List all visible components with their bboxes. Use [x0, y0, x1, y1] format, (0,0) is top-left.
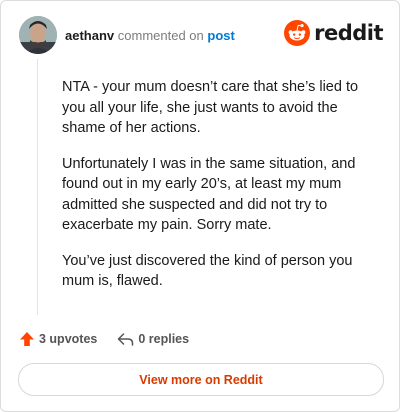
reddit-logo[interactable]: reddit — [284, 20, 383, 46]
arrow-up-icon — [20, 332, 34, 346]
snoo-icon — [284, 20, 311, 46]
avatar-image — [19, 16, 57, 54]
upvote-count: 3 upvotes — [39, 332, 98, 346]
post-link[interactable]: post — [207, 28, 234, 43]
comment-header: aethanv commented on post — [19, 15, 235, 55]
comment-paragraph: NTA - your mum doesn’t care that she’s l… — [62, 79, 359, 136]
comment-paragraph: Unfortunately I was in the same situatio… — [62, 155, 356, 234]
comment-body: NTA - your mum doesn’t care that she’s l… — [62, 77, 380, 307]
replies-button[interactable]: 0 replies — [117, 332, 189, 347]
view-more-button[interactable]: View more on Reddit — [18, 363, 384, 396]
action-text: commented on — [117, 27, 204, 43]
comment-meta: aethanv commented on post — [65, 28, 235, 43]
upvote-button[interactable]: 3 upvotes — [19, 331, 97, 347]
reply-arrow-icon — [118, 332, 134, 346]
reddit-wordmark: reddit — [314, 21, 383, 45]
comment-paragraph: You’ve just discovered the kind of perso… — [62, 252, 353, 290]
thread-line — [37, 59, 38, 315]
embedded-comment-card: aethanv commented on post reddit NTA - y… — [0, 0, 400, 412]
comment-footer: 3 upvotes 0 replies — [19, 331, 189, 347]
reply-count: 0 replies — [138, 332, 190, 346]
avatar[interactable] — [19, 16, 57, 54]
username[interactable]: aethanv — [65, 28, 114, 43]
